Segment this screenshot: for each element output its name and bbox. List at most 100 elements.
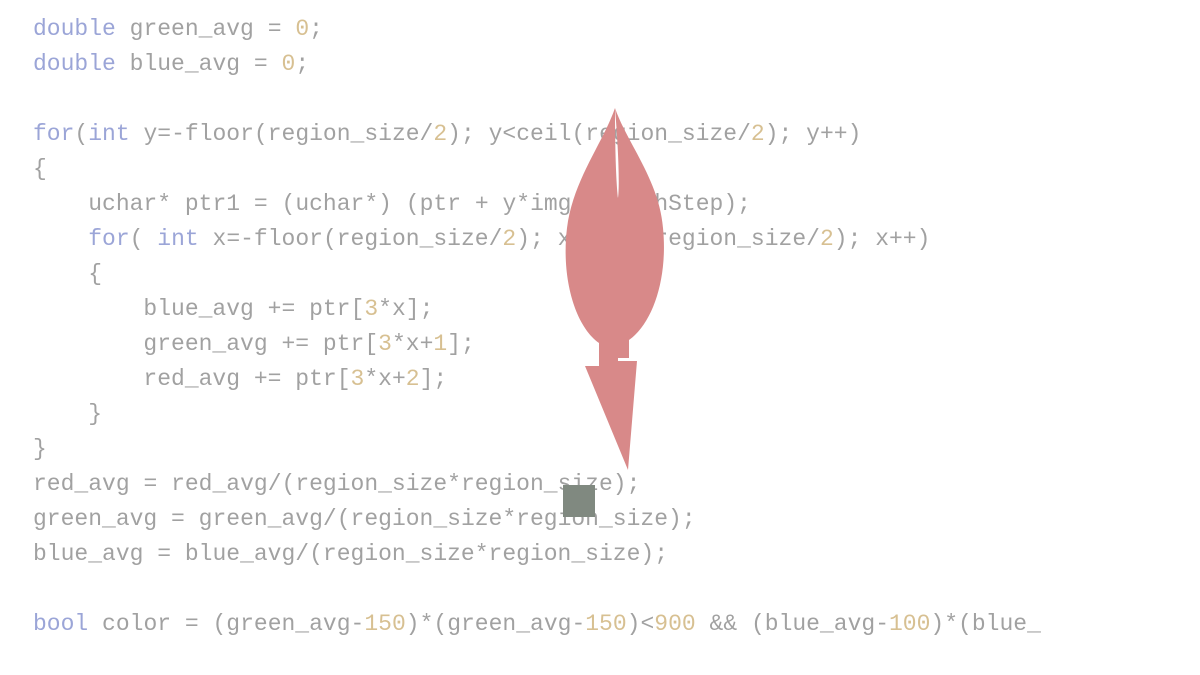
code-line[interactable]: {	[33, 257, 1200, 292]
token-kw: for	[88, 226, 129, 252]
token-ident: ptr	[420, 191, 461, 217]
code-line[interactable]: uchar* ptr1 = (uchar*) (ptr + y*img->wid…	[33, 187, 1200, 222]
token-ident: x	[378, 366, 392, 392]
token-ident: region_size	[585, 121, 737, 147]
token-punct: )	[627, 611, 641, 637]
token-op: +	[392, 366, 406, 392]
token-punct: )	[848, 121, 862, 147]
token-punct: }	[88, 401, 102, 427]
code-line[interactable]: green_avg = green_avg/(region_size*regio…	[33, 502, 1200, 537]
token-ident: floor	[185, 121, 254, 147]
token-punct: )	[765, 121, 779, 147]
token-op: +	[420, 331, 434, 357]
token-ident: red_avg	[33, 471, 130, 497]
token-punct: )	[613, 471, 627, 497]
token-punct: (	[433, 611, 447, 637]
token-op: =	[254, 191, 268, 217]
token-punct: (	[212, 611, 226, 637]
token-punct: ;	[530, 226, 544, 252]
token-ident: uchar	[295, 191, 364, 217]
code-line[interactable]: bool color = (green_avg-150)*(green_avg-…	[33, 607, 1200, 642]
code-line[interactable]: }	[33, 432, 1200, 467]
token-num: 900	[654, 611, 695, 637]
code-line[interactable]	[33, 82, 1200, 117]
token-punct: [	[364, 331, 378, 357]
code-line[interactable]: green_avg += ptr[3*x+1];	[33, 327, 1200, 362]
code-line[interactable]: red_avg += ptr[3*x+2];	[33, 362, 1200, 397]
token-ident: green_avg	[130, 16, 254, 42]
code-line[interactable]	[33, 572, 1200, 607]
token-punct: ;	[420, 296, 434, 322]
token-op: *	[392, 331, 406, 357]
token-op: +=	[254, 366, 282, 392]
token-ident: y	[806, 121, 820, 147]
code-line[interactable]: blue_avg += ptr[3*x];	[33, 292, 1200, 327]
token-kw: double	[33, 51, 116, 77]
token-punct: )	[447, 121, 461, 147]
token-punct: }	[33, 436, 47, 462]
token-ident: green_avg	[226, 611, 350, 637]
token-ident: region_size	[337, 226, 489, 252]
token-op: /	[806, 226, 820, 252]
token-num: 2	[751, 121, 765, 147]
token-ident: region_size	[351, 506, 503, 532]
token-op: +=	[268, 296, 296, 322]
token-punct: ;	[737, 191, 751, 217]
token-ident: blue_avg	[33, 541, 143, 567]
token-punct: ]	[420, 366, 434, 392]
code-line[interactable]: double blue_avg = 0;	[33, 47, 1200, 82]
token-op: -	[571, 611, 585, 637]
token-num: 0	[295, 16, 309, 42]
token-ident: green_avg	[33, 506, 157, 532]
token-punct: [	[351, 296, 365, 322]
token-op: /	[323, 506, 337, 532]
token-op: =	[185, 611, 199, 637]
token-num: 2	[406, 366, 420, 392]
code-editor[interactable]: double green_avg = 0;double blue_avg = 0…	[33, 12, 1200, 642]
code-line[interactable]: {	[33, 152, 1200, 187]
token-punct: )	[406, 611, 420, 637]
token-ident: region_size	[268, 121, 420, 147]
code-line[interactable]: for( int x=-floor(region_size/2); x<ceil…	[33, 222, 1200, 257]
token-punct: (	[282, 191, 296, 217]
token-ident: ptr1	[185, 191, 240, 217]
token-op: *	[378, 296, 392, 322]
code-line[interactable]: }	[33, 397, 1200, 432]
token-punct: (	[282, 471, 296, 497]
token-op: /	[420, 121, 434, 147]
token-op: *	[157, 191, 171, 217]
token-ident: widthStep	[599, 191, 723, 217]
token-ident: ptr	[295, 366, 336, 392]
token-op: =-	[157, 121, 185, 147]
token-op: *	[944, 611, 958, 637]
token-punct: [	[337, 366, 351, 392]
token-ident: region_size	[461, 471, 613, 497]
token-num: 2	[820, 226, 834, 252]
token-op: *	[502, 506, 516, 532]
token-ident: region_size	[323, 541, 475, 567]
token-punct: ;	[848, 226, 862, 252]
token-kw: int	[157, 226, 198, 252]
token-op: -	[875, 611, 889, 637]
token-ident: green_avg	[199, 506, 323, 532]
code-line[interactable]: red_avg = red_avg/(region_size*region_si…	[33, 467, 1200, 502]
code-line[interactable]: for(int y=-floor(region_size/2); y<ceil(…	[33, 117, 1200, 152]
token-op: /	[489, 226, 503, 252]
token-ident: ceil	[585, 226, 640, 252]
token-punct: ;	[779, 121, 793, 147]
token-ident: ptr	[309, 296, 350, 322]
token-num: 3	[364, 296, 378, 322]
token-ident: region_size	[489, 541, 641, 567]
code-line[interactable]: blue_avg = blue_avg/(region_size*region_…	[33, 537, 1200, 572]
code-line[interactable]: double green_avg = 0;	[33, 12, 1200, 47]
token-punct: ]	[447, 331, 461, 357]
token-num: 2	[502, 226, 516, 252]
token-op: *	[447, 471, 461, 497]
token-op: ++	[820, 121, 848, 147]
token-punct: ;	[461, 121, 475, 147]
token-ident: green_avg	[447, 611, 571, 637]
token-op: *	[364, 191, 378, 217]
token-num: 1	[433, 331, 447, 357]
token-ident: blue_avg	[765, 611, 875, 637]
token-op: <	[502, 121, 516, 147]
